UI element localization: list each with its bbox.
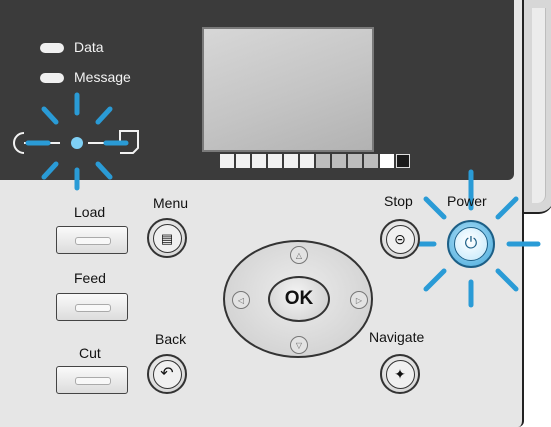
navigate-button[interactable]: ✦ — [380, 354, 420, 394]
power-label: Power — [447, 193, 487, 209]
menu-button[interactable]: ▤ — [147, 218, 187, 258]
up-arrow-icon[interactable]: △ — [290, 246, 308, 264]
stop-button[interactable]: ⊝ — [380, 219, 420, 259]
down-arrow-icon[interactable]: ▽ — [290, 336, 308, 354]
menu-list-icon: ▤ — [160, 230, 174, 246]
cut-label: Cut — [79, 345, 101, 361]
back-arrow-icon: ↶ — [160, 365, 174, 382]
back-button[interactable]: ↶ — [147, 354, 187, 394]
power-icon: ⏻ — [464, 235, 478, 252]
right-arrow-icon[interactable]: ▷ — [350, 291, 368, 309]
stop-label: Stop — [384, 193, 413, 209]
cut-button[interactable] — [56, 366, 128, 394]
navigate-label: Navigate — [369, 329, 425, 345]
paper-lamp — [71, 137, 83, 149]
load-label: Load — [74, 204, 106, 220]
feed-label: Feed — [74, 270, 106, 286]
ok-button[interactable]: OK — [268, 276, 330, 322]
stop-icon: ⊝ — [394, 231, 406, 247]
back-label: Back — [155, 331, 187, 347]
power-button[interactable]: ⏻ — [447, 220, 495, 268]
feed-button[interactable] — [56, 293, 128, 321]
navigate-icon: ✦ — [394, 366, 406, 382]
left-arrow-icon[interactable]: ◁ — [232, 291, 250, 309]
menu-label: Menu — [153, 195, 189, 211]
load-button[interactable] — [56, 226, 128, 254]
